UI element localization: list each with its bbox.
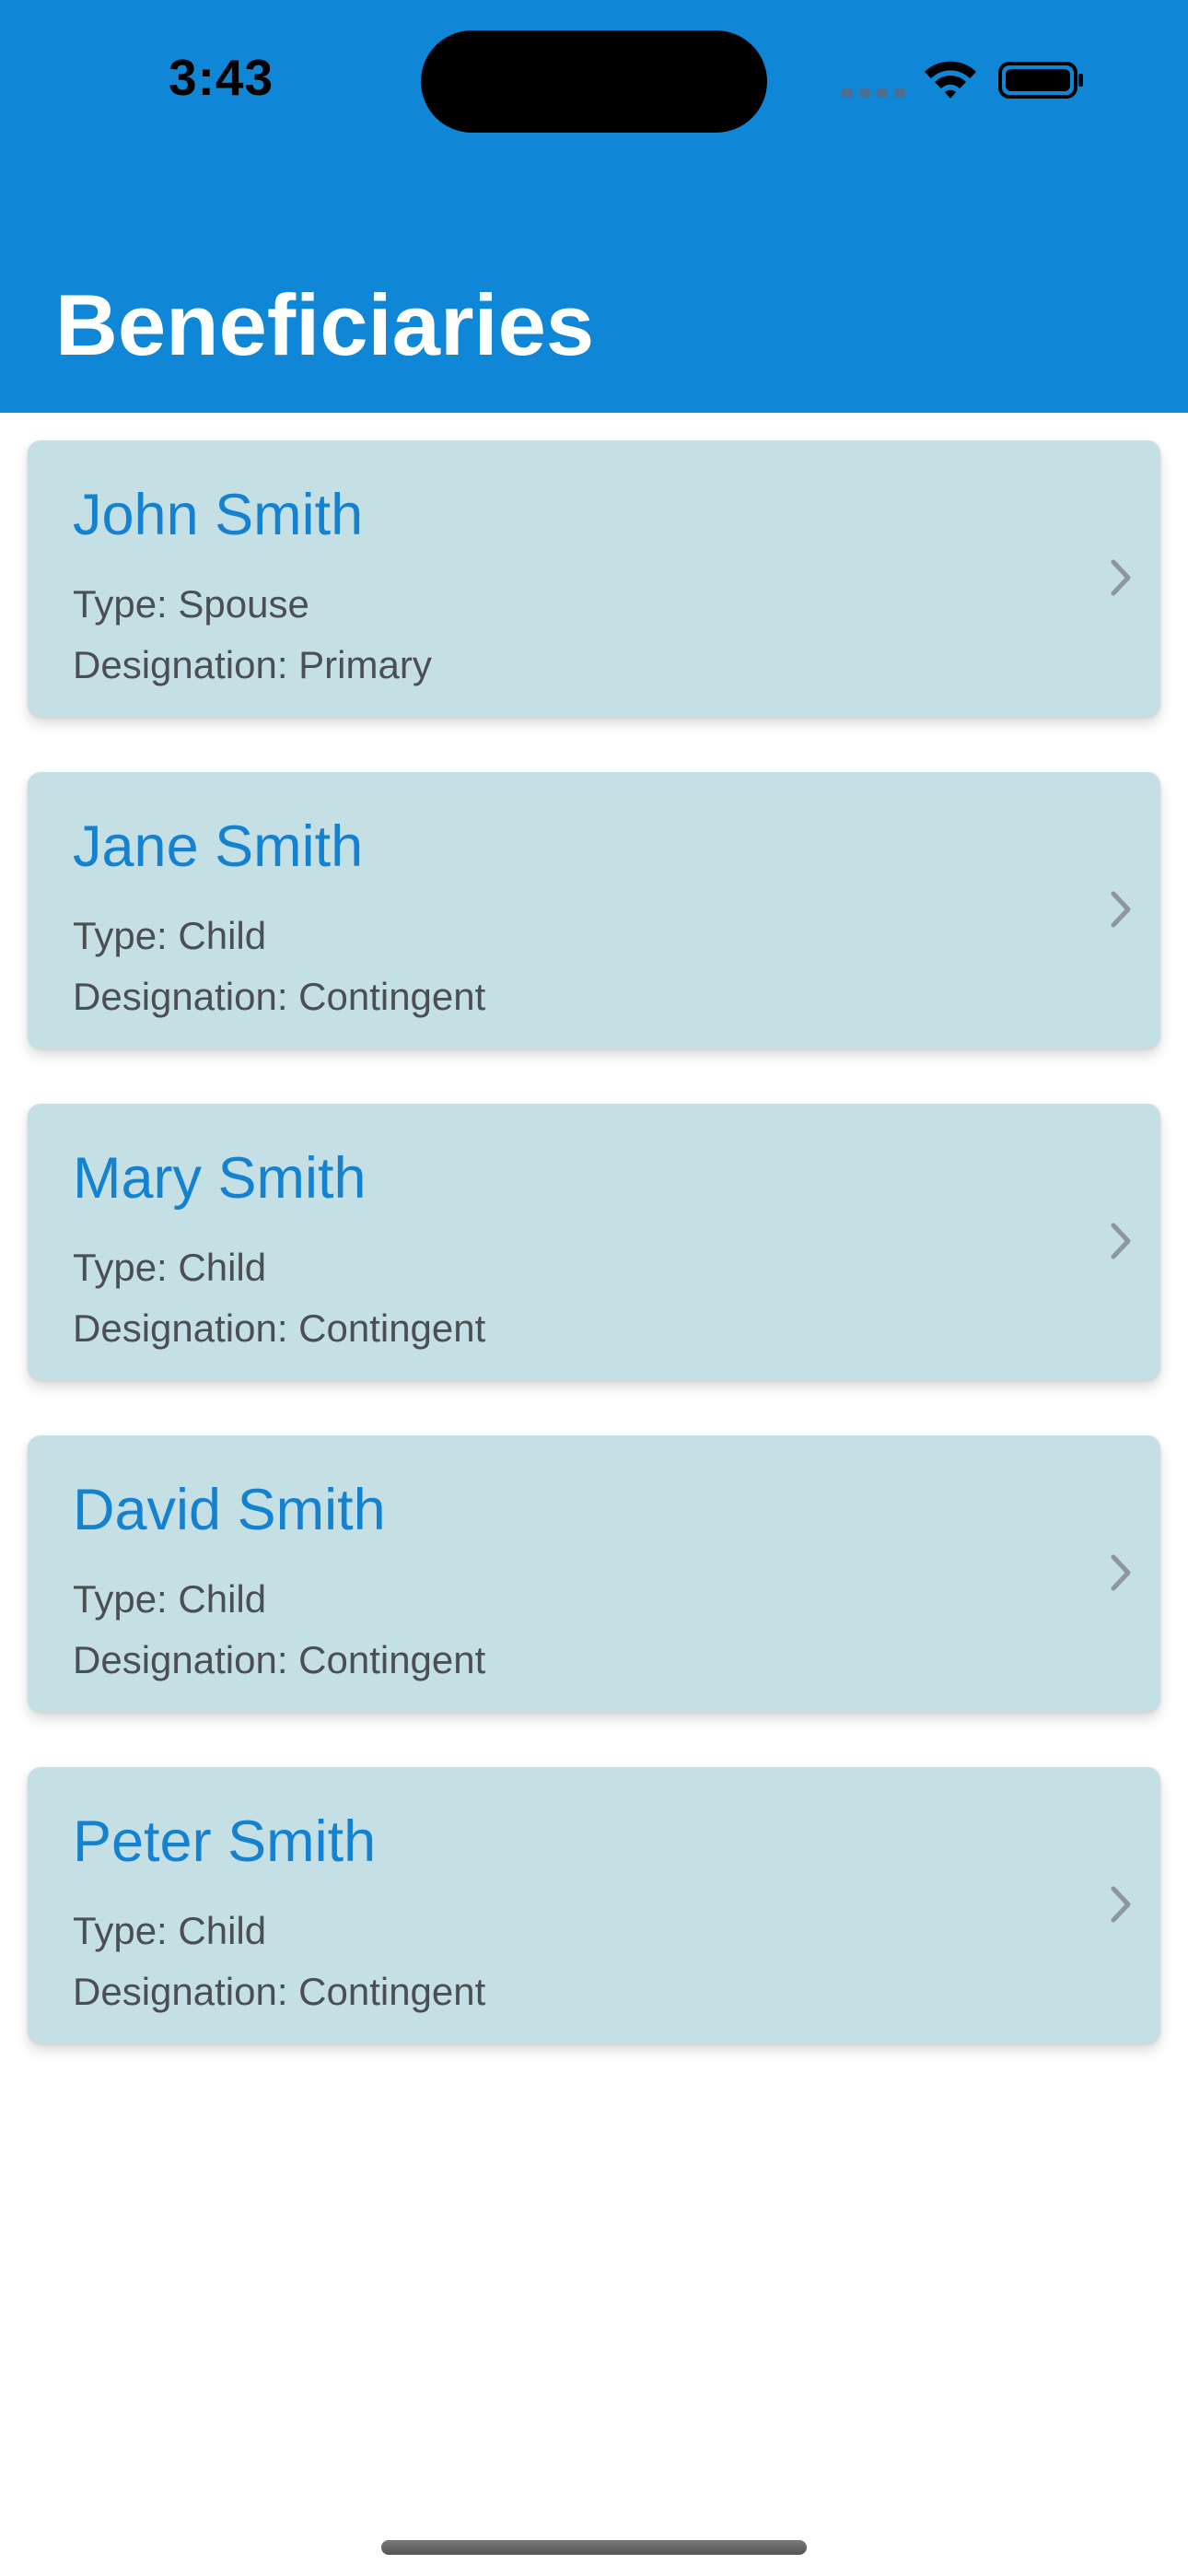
beneficiary-type: Type: Child [73, 1577, 267, 1621]
beneficiary-card-jane-smith[interactable]: Jane Smith Type: Child Designation: Cont… [28, 772, 1160, 1048]
beneficiary-designation: Designation: Primary [73, 643, 432, 686]
beneficiary-name: Mary Smith [73, 1146, 367, 1211]
chevron-right-icon [1111, 1223, 1131, 1259]
beneficiary-card-peter-smith[interactable]: Peter Smith Type: Child Designation: Con… [28, 1767, 1160, 2043]
beneficiary-type: Type: Child [73, 1246, 267, 1289]
beneficiary-designation: Designation: Contingent [73, 1306, 486, 1350]
beneficiary-type: Type: Child [73, 1909, 267, 1952]
beneficiary-designation: Designation: Contingent [73, 1970, 486, 2013]
battery-icon [998, 62, 1083, 99]
beneficiary-name: David Smith [73, 1478, 386, 1542]
beneficiary-type: Type: Spouse [73, 582, 309, 626]
chevron-right-icon [1111, 1886, 1131, 1923]
chevron-right-icon [1111, 1554, 1131, 1591]
chevron-right-icon [1111, 891, 1131, 928]
beneficiary-name: John Smith [73, 483, 364, 547]
dynamic-island [421, 30, 767, 133]
page-title: Beneficiaries [55, 276, 595, 373]
cellular-signal-icon [842, 88, 906, 98]
beneficiary-card-david-smith[interactable]: David Smith Type: Child Designation: Con… [28, 1435, 1160, 1712]
beneficiary-card-john-smith[interactable]: John Smith Type: Spouse Designation: Pri… [28, 440, 1160, 717]
beneficiary-designation: Designation: Contingent [73, 975, 486, 1018]
chevron-right-icon [1111, 559, 1131, 596]
home-indicator[interactable] [381, 2540, 807, 2555]
beneficiary-type: Type: Child [73, 914, 267, 957]
beneficiary-card-mary-smith[interactable]: Mary Smith Type: Child Designation: Cont… [28, 1104, 1160, 1380]
beneficiary-name: Peter Smith [73, 1809, 377, 1874]
navigation-header: 3:43 Beneficiaries [0, 0, 1188, 413]
wifi-icon [925, 61, 976, 99]
status-bar-time: 3:43 [169, 49, 274, 106]
beneficiary-name: Jane Smith [73, 814, 364, 879]
beneficiary-designation: Designation: Contingent [73, 1638, 486, 1681]
